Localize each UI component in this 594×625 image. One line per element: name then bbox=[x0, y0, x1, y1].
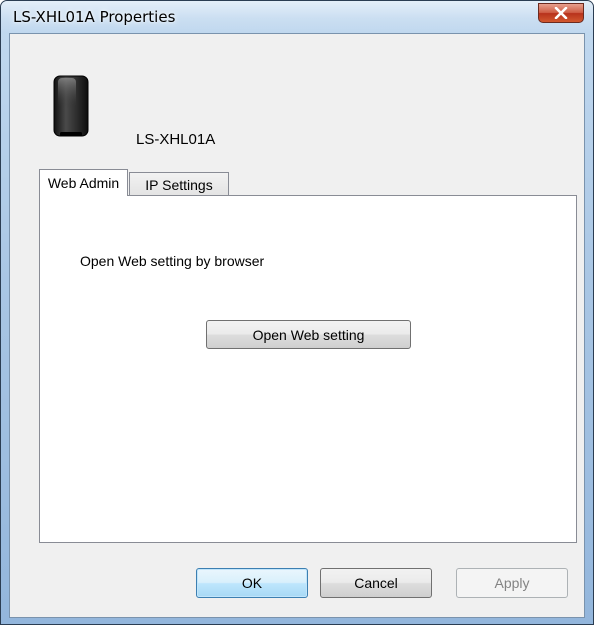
tab-web-admin[interactable]: Web Admin bbox=[39, 169, 128, 196]
open-web-setting-label: Open Web setting by browser bbox=[80, 253, 265, 269]
tab-ip-settings[interactable]: IP Settings bbox=[129, 172, 229, 196]
properties-window: LS-XHL01A Properties LS-XHL01A Web Admin… bbox=[0, 0, 594, 625]
tab-label: IP Settings bbox=[145, 176, 213, 193]
ok-button[interactable]: OK bbox=[196, 568, 308, 598]
dialog-client-area: LS-XHL01A Web Admin IP Settings Open Web… bbox=[9, 33, 585, 618]
nas-drive-icon bbox=[51, 74, 91, 145]
web-admin-panel: Open Web setting by browser Open Web set… bbox=[39, 195, 577, 543]
close-button[interactable] bbox=[538, 3, 584, 23]
cancel-button[interactable]: Cancel bbox=[320, 568, 432, 598]
apply-button[interactable]: Apply bbox=[456, 568, 568, 598]
open-web-setting-button[interactable]: Open Web setting bbox=[206, 320, 411, 349]
device-name: LS-XHL01A bbox=[136, 131, 216, 148]
close-icon bbox=[554, 7, 568, 19]
window-title: LS-XHL01A Properties bbox=[13, 8, 176, 26]
tab-label: Web Admin bbox=[47, 175, 120, 191]
title-bar[interactable]: LS-XHL01A Properties bbox=[1, 1, 593, 33]
